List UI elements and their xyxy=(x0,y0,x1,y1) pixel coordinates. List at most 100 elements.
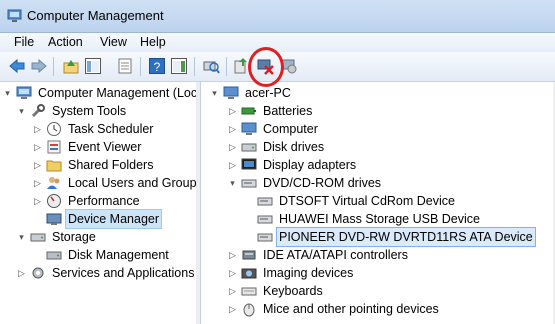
computer-icon xyxy=(223,86,239,99)
expand-arrow-icon[interactable]: ▷ xyxy=(227,268,238,279)
tree-node-label: Keyboards xyxy=(263,284,323,298)
menu-file[interactable]: File xyxy=(11,35,37,49)
expand-arrow-icon[interactable]: ▷ xyxy=(227,250,238,261)
computer-management-icon xyxy=(16,86,32,99)
svg-text:?: ? xyxy=(154,60,161,74)
tree-node-device-manager[interactable]: Device Manager xyxy=(32,209,163,229)
expand-arrow-icon[interactable]: ▷ xyxy=(32,178,43,189)
keyboard-icon xyxy=(241,287,257,296)
device-node-batteries[interactable]: ▷ Batteries xyxy=(227,102,314,120)
device-node-huawei[interactable]: HUAWEI Mass Storage USB Device xyxy=(243,210,482,228)
tree-node-local-users-groups[interactable]: ▷ Local Users and Groups xyxy=(32,174,197,192)
device-node-display-adapters[interactable]: ▷ Display adapters xyxy=(227,156,358,174)
tree-node-label: Performance xyxy=(68,194,140,208)
expand-arrow-icon[interactable]: ▷ xyxy=(227,142,238,153)
menu-bar: File Action View Help xyxy=(0,33,555,52)
scan-hardware-icon[interactable] xyxy=(202,57,220,75)
tree-node-label: Computer Management (Local xyxy=(38,86,197,100)
device-node-root[interactable]: ▾ acer-PC xyxy=(209,84,293,102)
device-node-pioneer[interactable]: PIONEER DVD-RW DVRTD11RS ATA Device xyxy=(243,227,536,247)
expand-arrow-icon[interactable]: ▷ xyxy=(32,160,43,171)
menu-help[interactable]: Help xyxy=(137,35,169,49)
expand-arrow-icon[interactable]: ▾ xyxy=(227,178,238,189)
tree-node-label: Task Scheduler xyxy=(68,122,154,136)
tree-node-shared-folders[interactable]: ▷ Shared Folders xyxy=(32,156,155,174)
disk-drive-icon xyxy=(241,143,257,152)
dvd-device-icon xyxy=(257,233,273,242)
users-icon xyxy=(47,177,60,189)
tree-node-label: DTSOFT Virtual CdRom Device xyxy=(279,194,455,208)
title-bar: Computer Management xyxy=(0,0,555,33)
expand-arrow-icon[interactable]: ▷ xyxy=(227,286,238,297)
menu-view[interactable]: View xyxy=(97,35,130,49)
tree-node-label: HUAWEI Mass Storage USB Device xyxy=(279,212,480,226)
window-title: Computer Management xyxy=(27,8,164,23)
forward-arrow-icon[interactable] xyxy=(30,57,48,75)
show-action-pane-icon[interactable] xyxy=(170,57,188,75)
device-node-dtsoft[interactable]: DTSOFT Virtual CdRom Device xyxy=(243,192,457,210)
device-node-mice[interactable]: ▷ Mice and other pointing devices xyxy=(227,300,441,318)
up-level-icon[interactable] xyxy=(62,57,80,75)
properties-icon[interactable] xyxy=(116,57,134,75)
imaging-icon xyxy=(241,268,257,279)
tree-node-label: Disk drives xyxy=(263,140,325,154)
tree-node-label: System Tools xyxy=(52,104,127,118)
expand-arrow-icon[interactable]: ▷ xyxy=(227,160,238,171)
dvd-device-icon xyxy=(257,215,273,224)
expand-arrow-icon[interactable]: ▷ xyxy=(227,106,238,117)
expand-arrow-icon[interactable]: ▷ xyxy=(227,124,238,135)
device-node-disk-drives[interactable]: ▷ Disk drives xyxy=(227,138,326,156)
expand-arrow-icon[interactable]: ▷ xyxy=(16,268,27,279)
tree-node-performance[interactable]: ▷ Performance xyxy=(32,192,142,210)
tree-node-disk-management[interactable]: Disk Management xyxy=(32,246,171,264)
tree-node-storage[interactable]: ▾ Storage xyxy=(16,228,98,246)
expand-arrow-icon[interactable]: ▷ xyxy=(32,196,43,207)
computer-management-icon xyxy=(7,9,22,22)
tree-node-label: Disk Management xyxy=(68,248,169,262)
expand-arrow-icon[interactable]: ▾ xyxy=(209,88,220,99)
shared-folder-icon xyxy=(46,160,62,172)
device-node-computer[interactable]: ▷ Computer xyxy=(227,120,320,138)
device-node-keyboards[interactable]: ▷ Keyboards xyxy=(227,282,325,300)
tree-node-label: DVD/CD-ROM drives xyxy=(263,176,382,190)
event-viewer-icon xyxy=(47,140,61,154)
show-hide-console-tree-icon[interactable] xyxy=(84,57,102,75)
tree-node-label: Local Users and Groups xyxy=(68,176,197,190)
expand-arrow-icon[interactable]: ▾ xyxy=(2,88,13,99)
tree-node-label: Imaging devices xyxy=(263,266,354,280)
tree-node-label: Services and Applications xyxy=(52,266,195,280)
tree-node-label: PIONEER DVD-RW DVRTD11RS ATA Device xyxy=(276,227,536,247)
back-arrow-icon[interactable] xyxy=(8,57,26,75)
tree-node-label: Device Manager xyxy=(64,209,163,229)
tree-node-services-applications[interactable]: ▷ Services and Applications xyxy=(16,264,196,282)
console-tree-pane: ▾ Computer Management (Local ▾ System To… xyxy=(0,82,197,324)
display-adapter-icon xyxy=(241,158,257,170)
tree-node-task-scheduler[interactable]: ▷ Task Scheduler xyxy=(32,120,155,138)
expand-arrow-icon[interactable]: ▷ xyxy=(227,304,238,315)
disk-management-icon xyxy=(46,251,62,260)
menu-action[interactable]: Action xyxy=(45,35,86,49)
tree-node-system-tools[interactable]: ▾ System Tools xyxy=(16,102,128,120)
mouse-icon xyxy=(243,303,255,317)
help-icon[interactable]: ? xyxy=(148,57,166,75)
tools-icon xyxy=(31,104,45,118)
expand-arrow-icon xyxy=(243,232,254,243)
tree-node-label: Mice and other pointing devices xyxy=(263,302,439,316)
red-annotation-circle xyxy=(248,47,284,87)
tree-node-label: Event Viewer xyxy=(68,140,142,154)
expand-arrow-icon[interactable]: ▷ xyxy=(32,124,43,135)
clock-icon xyxy=(47,122,61,136)
ide-controller-icon xyxy=(242,250,256,260)
performance-icon xyxy=(47,194,61,208)
dvd-device-icon xyxy=(257,197,273,206)
device-node-imaging[interactable]: ▷ Imaging devices xyxy=(227,264,355,282)
tree-node-label: Computer xyxy=(263,122,318,136)
tree-node-event-viewer[interactable]: ▷ Event Viewer xyxy=(32,138,143,156)
expand-arrow-icon[interactable]: ▾ xyxy=(16,106,27,117)
device-node-ide-ata[interactable]: ▷ IDE ATA/ATAPI controllers xyxy=(227,246,410,264)
tree-node-computer-management[interactable]: ▾ Computer Management (Local xyxy=(2,84,197,102)
tree-node-label: Display adapters xyxy=(263,158,357,172)
device-node-dvd-cdrom[interactable]: ▾ DVD/CD-ROM drives xyxy=(227,174,383,192)
expand-arrow-icon[interactable]: ▷ xyxy=(32,142,43,153)
expand-arrow-icon[interactable]: ▾ xyxy=(16,232,27,243)
